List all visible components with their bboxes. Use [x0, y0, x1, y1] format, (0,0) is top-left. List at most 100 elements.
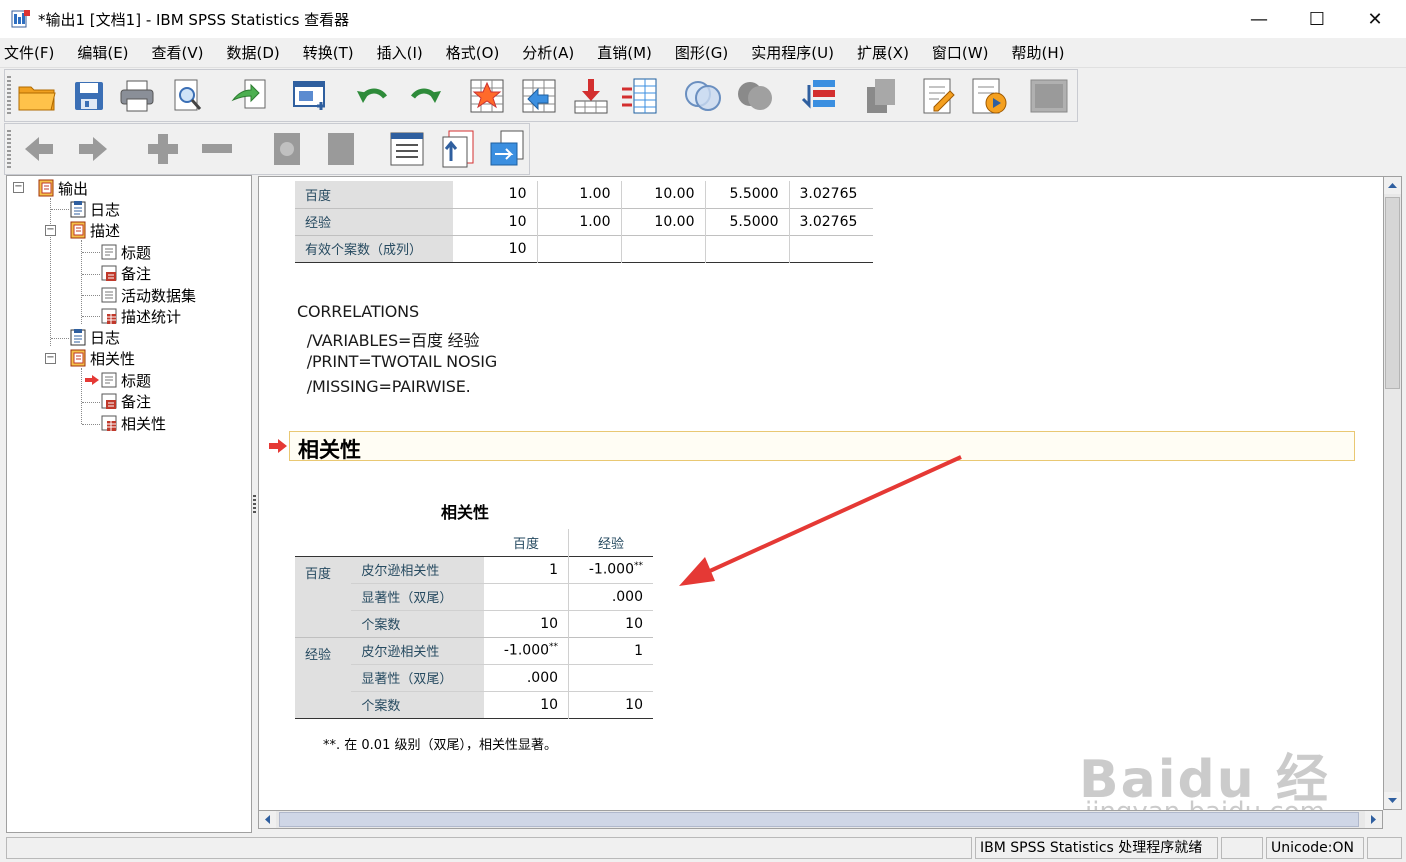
insert-heading-icon[interactable] [385, 127, 429, 171]
show-icon[interactable] [265, 127, 309, 171]
save-icon[interactable] [67, 74, 111, 118]
horizontal-scrollbar[interactable] [258, 810, 1383, 829]
menu-insert[interactable]: 插入(I) [377, 42, 423, 63]
book-icon [70, 349, 86, 367]
menu-transform[interactable]: 转换(T) [303, 42, 354, 63]
outline-item-notes[interactable]: 备注 [100, 263, 151, 283]
outline-item-correlations-table[interactable]: 相关性 [100, 413, 166, 433]
table-row: 百度 10 1.00 10.00 5.5000 3.02765 [295, 181, 873, 208]
collapse-output-toggle[interactable]: − [13, 182, 24, 193]
insert-title-icon[interactable] [437, 127, 481, 171]
minimize-button[interactable]: — [1230, 0, 1288, 38]
syntax-line: /PRINT=TWOTAIL NOSIG [297, 352, 498, 371]
log-icon [70, 201, 86, 218]
vertical-scrollbar[interactable] [1383, 176, 1402, 810]
output-content-pane: 百度 10 1.00 10.00 5.5000 3.02765 经验 10 1.… [258, 176, 1383, 810]
promote-icon[interactable] [17, 127, 61, 171]
output-book-icon [38, 179, 54, 197]
scroll-right-button[interactable] [1365, 811, 1382, 828]
outline-item-log[interactable]: 日志 [69, 199, 120, 219]
run-script-icon[interactable] [967, 74, 1011, 118]
dataset-icon [101, 287, 117, 303]
collapse-descriptives-toggle[interactable]: − [45, 225, 56, 236]
goto-data-icon[interactable] [465, 74, 509, 118]
insert-page-icon[interactable] [485, 127, 529, 171]
outline-pane: − − − 输出 日志 描述 标题 备注 活动数据集 描述统计 日志 相关性 标… [6, 175, 252, 833]
horizontal-scroll-thumb[interactable] [279, 812, 1359, 827]
demote-icon[interactable] [71, 127, 115, 171]
outline-item-output[interactable]: 输出 [37, 178, 88, 198]
redo-icon[interactable] [403, 74, 447, 118]
menu-format[interactable]: 格式(O) [446, 42, 500, 63]
title-bar: *输出1 [文档1] - IBM SPSS Statistics 查看器 — ☐… [0, 0, 1406, 38]
menu-analyze[interactable]: 分析(A) [522, 42, 574, 63]
recall-dialog-icon[interactable] [289, 74, 333, 118]
close-button[interactable]: ✕ [1346, 0, 1404, 38]
scroll-up-button[interactable] [1384, 177, 1401, 194]
menu-extensions[interactable]: 扩展(X) [857, 42, 909, 63]
scroll-corner [1383, 810, 1402, 829]
outline-item-title[interactable]: 标题 [100, 242, 151, 262]
variables-icon[interactable] [617, 74, 661, 118]
menu-direct-marketing[interactable]: 直销(M) [597, 42, 652, 63]
toolbar-grip[interactable] [7, 76, 11, 116]
menu-data[interactable]: 数据(D) [227, 42, 280, 63]
annotation-arrow-icon [679, 455, 962, 586]
goto-variable-icon[interactable] [569, 74, 613, 118]
menu-window[interactable]: 窗口(W) [932, 42, 989, 63]
outline-item-descriptive-stats[interactable]: 描述统计 [100, 306, 181, 326]
open-folder-icon[interactable] [15, 74, 59, 118]
print-icon[interactable] [115, 74, 159, 118]
processor-status: IBM SPSS Statistics 处理程序就绪 [975, 837, 1218, 859]
collapse-icon[interactable] [195, 127, 239, 171]
collapse-correlations-toggle[interactable]: − [45, 353, 56, 364]
syntax-line: /VARIABLES=百度 经验 [297, 331, 480, 350]
toolbar-grip[interactable] [7, 130, 11, 170]
show-output-icon[interactable] [859, 74, 903, 118]
scroll-left-button[interactable] [259, 811, 276, 828]
table-row: 百度 皮尔逊相关性 1 -1.000** [295, 556, 653, 638]
designate-window-icon[interactable] [797, 74, 841, 118]
maximize-button[interactable]: ☐ [1288, 0, 1346, 38]
status-bar: IBM SPSS Statistics 处理程序就绪 Unicode:ON [0, 835, 1406, 862]
syntax-line: CORRELATIONS [297, 302, 419, 321]
menu-utilities[interactable]: 实用程序(U) [751, 42, 834, 63]
main-toolbar [4, 69, 1078, 122]
correlations-table-title: 相关性 [441, 503, 490, 522]
log-icon [70, 329, 86, 346]
book-icon [70, 221, 86, 239]
table-row: 有效个案数（成列） 10 [295, 235, 873, 262]
status-empty-segment [1221, 837, 1263, 859]
hide-icon[interactable] [319, 127, 363, 171]
goto-case-icon[interactable] [517, 74, 561, 118]
vertical-scroll-thumb[interactable] [1385, 197, 1400, 389]
show-all-variables-icon[interactable] [681, 74, 725, 118]
correlations-table[interactable]: 百度 经验 百度 皮尔逊相关性 1 -1.000** 显著性（双尾） .000 … [295, 529, 653, 719]
use-variable-sets-icon[interactable] [733, 74, 777, 118]
title-icon [101, 372, 117, 388]
outline-item-descriptives[interactable]: 描述 [69, 220, 120, 240]
table-footnote: **. 在 0.01 级别（双尾），相关性显著。 [323, 738, 557, 753]
print-preview-icon[interactable] [165, 74, 209, 118]
menu-graphs[interactable]: 图形(G) [675, 42, 728, 63]
status-message-segment [6, 837, 972, 859]
outline-item-log-2[interactable]: 日志 [69, 327, 120, 347]
spss-app-icon [11, 10, 30, 28]
export-icon[interactable] [227, 74, 271, 118]
syntax-line: /MISSING=PAIRWISE. [297, 377, 471, 396]
menu-file[interactable]: 文件(F) [4, 42, 54, 63]
table-header-row: 百度 经验 [295, 529, 653, 556]
insert-text-icon[interactable] [917, 74, 961, 118]
outline-item-notes-2[interactable]: 备注 [100, 391, 151, 411]
outline-item-active-dataset[interactable]: 活动数据集 [100, 285, 196, 305]
table-row: 经验 皮尔逊相关性 -1.000** 1 [295, 637, 653, 719]
current-item-arrow-icon [85, 375, 99, 385]
undo-icon[interactable] [351, 74, 395, 118]
outline-item-title-2[interactable]: 标题 [100, 370, 151, 390]
menu-help[interactable]: 帮助(H) [1011, 42, 1064, 63]
menu-view[interactable]: 查看(V) [152, 42, 204, 63]
outline-item-correlations[interactable]: 相关性 [69, 348, 135, 368]
scroll-down-button[interactable] [1384, 792, 1401, 809]
expand-icon[interactable] [141, 127, 185, 171]
menu-edit[interactable]: 编辑(E) [77, 42, 128, 63]
